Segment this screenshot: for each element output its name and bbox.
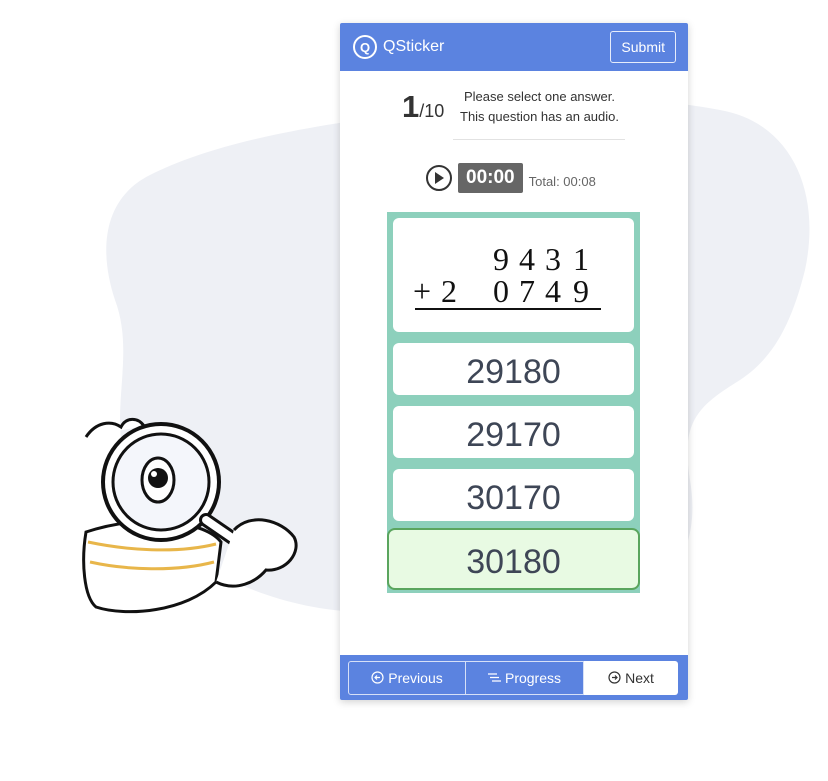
instruction-text: Please select one answer. — [463, 89, 616, 104]
addend-digit: 7 — [519, 273, 535, 309]
addend-digit: 9 — [573, 273, 589, 309]
audio-note-text: This question has an audio. — [460, 109, 619, 124]
question-info: 1 /10 Please select one answer. This que… — [340, 85, 688, 125]
addend-digit: 4 — [545, 273, 561, 309]
play-icon — [435, 172, 444, 184]
addend-digit: 3 — [545, 241, 561, 277]
audio-total-duration: Total: 00:08 — [528, 173, 596, 189]
addend-digit: 4 — [519, 241, 535, 277]
quiz-panel: 9 4 3 1 + 2 0 7 4 9 29180 29170 30170 30… — [387, 212, 640, 593]
navigation-footer: Previous Progress Next — [340, 655, 688, 700]
brand-name: QSticker — [383, 38, 445, 55]
plus-operator: + — [413, 273, 431, 309]
arrow-left-circle-icon — [371, 671, 384, 684]
brand: Q QSticker — [353, 35, 444, 59]
next-label: Next — [625, 669, 654, 686]
addend-digit: 0 — [493, 273, 509, 309]
progress-button[interactable]: Progress — [466, 660, 584, 695]
addend-digit: 2 — [441, 273, 457, 309]
arrow-right-circle-icon — [608, 671, 621, 684]
answer-option[interactable]: 30170 — [393, 469, 634, 521]
answer-option-selected[interactable]: 30180 — [387, 528, 640, 590]
previous-label: Previous — [388, 669, 443, 686]
addend-digit: 9 — [493, 241, 509, 277]
total-questions: /10 — [419, 101, 445, 121]
question-card: 9 4 3 1 + 2 0 7 4 9 — [393, 218, 634, 332]
app-header: Q QSticker Submit — [340, 23, 688, 71]
answer-option[interactable]: 29170 — [393, 406, 634, 458]
play-button[interactable] — [426, 165, 452, 191]
divider — [453, 139, 625, 140]
next-button[interactable]: Next — [584, 660, 678, 695]
submit-button[interactable]: Submit — [610, 31, 676, 63]
audio-timer: 00:00 — [458, 163, 523, 193]
answer-option[interactable]: 29180 — [393, 343, 634, 395]
question-counter: 1 /10 — [402, 89, 444, 125]
audio-player: 00:00 Total: 00:08 — [426, 163, 596, 193]
previous-button[interactable]: Previous — [348, 660, 466, 695]
quiz-app-window: Q QSticker Submit 1 /10 Please select on… — [340, 23, 688, 700]
question-instructions: Please select one answer. This question … — [460, 87, 619, 127]
addition-problem: 9 4 3 1 + 2 0 7 4 9 — [413, 241, 601, 310]
list-lines-icon — [487, 673, 501, 682]
qsticker-logo-icon: Q — [353, 35, 377, 59]
current-question-number: 1 — [402, 89, 420, 124]
progress-label: Progress — [504, 669, 562, 686]
detective-mascot-illustration — [82, 417, 298, 614]
addend-digit: 1 — [573, 241, 589, 277]
